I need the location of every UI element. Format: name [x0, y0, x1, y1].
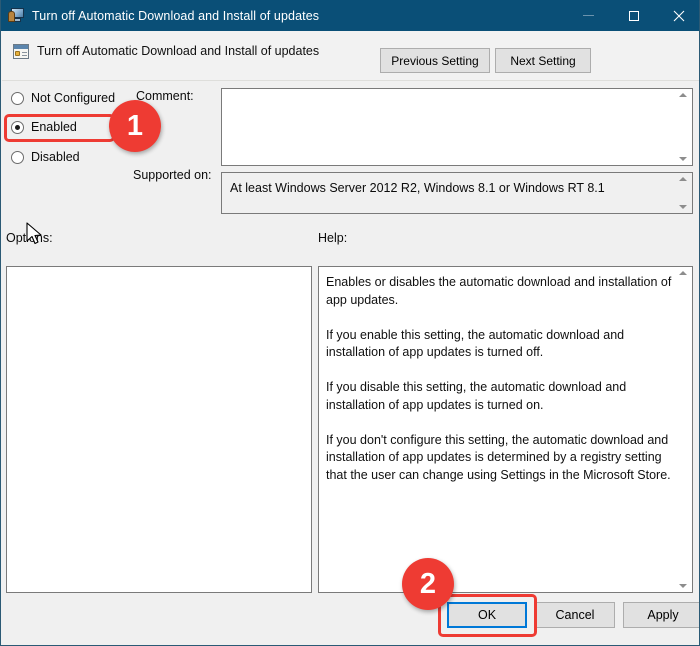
- window-controls: [566, 0, 699, 31]
- comment-label: Comment:: [136, 89, 194, 103]
- help-panel[interactable]: Enables or disables the automatic downlo…: [318, 266, 693, 593]
- supported-on-field: At least Windows Server 2012 R2, Windows…: [221, 172, 693, 214]
- policy-computer-icon: [8, 7, 25, 24]
- maximize-icon: [628, 10, 639, 21]
- title-bar: Turn off Automatic Download and Install …: [1, 0, 699, 31]
- scroll-up-icon[interactable]: [678, 93, 687, 97]
- scroll-down-icon[interactable]: [678, 157, 687, 161]
- scroll-up-icon[interactable]: [678, 271, 687, 275]
- radio-not-configured[interactable]: Not Configured: [11, 91, 115, 105]
- supported-on-label: Supported on:: [133, 168, 212, 182]
- help-content: Enables or disables the automatic downlo…: [326, 275, 672, 482]
- setting-header: Turn off Automatic Download and Install …: [2, 31, 699, 81]
- radio-not-configured-label: Not Configured: [31, 91, 116, 105]
- policy-setting-icon: [13, 43, 30, 60]
- close-icon: [673, 10, 684, 21]
- next-setting-button[interactable]: Next Setting: [495, 48, 591, 73]
- radio-not-configured-mark: [11, 91, 24, 105]
- supported-on-scrollbar[interactable]: [674, 174, 691, 212]
- help-label: Help:: [318, 231, 348, 245]
- help-scrollbar[interactable]: [674, 268, 691, 591]
- group-policy-setting-dialog: Turn off Automatic Download and Install …: [0, 0, 700, 646]
- scroll-down-icon[interactable]: [678, 584, 687, 588]
- previous-setting-button[interactable]: Previous Setting: [380, 48, 490, 73]
- options-panel[interactable]: [6, 266, 312, 593]
- comment-input[interactable]: [221, 88, 693, 166]
- radio-disabled-mark: [11, 150, 24, 164]
- minimize-button[interactable]: [566, 0, 611, 31]
- maximize-button[interactable]: [611, 0, 656, 31]
- close-button[interactable]: [656, 0, 699, 31]
- radio-disabled-label: Disabled: [31, 150, 80, 164]
- supported-on-value: At least Windows Server 2012 R2, Windows…: [230, 181, 605, 195]
- scroll-down-icon[interactable]: [678, 205, 687, 209]
- radio-enabled-mark: [11, 120, 24, 134]
- radio-enabled-label: Enabled: [31, 120, 77, 134]
- window-title: Turn off Automatic Download and Install …: [32, 8, 320, 23]
- radio-disabled[interactable]: Disabled: [11, 150, 80, 164]
- minimize-icon: [583, 15, 594, 16]
- cancel-button[interactable]: Cancel: [535, 602, 615, 628]
- radio-enabled[interactable]: Enabled: [11, 120, 77, 134]
- comment-scrollbar[interactable]: [674, 90, 691, 164]
- setting-name-label: Turn off Automatic Download and Install …: [37, 44, 320, 58]
- apply-button[interactable]: Apply: [623, 602, 699, 628]
- options-label: Options:: [6, 231, 53, 245]
- annotation-badge-1: 1: [109, 100, 161, 152]
- scroll-up-icon[interactable]: [678, 177, 687, 181]
- ok-button[interactable]: OK: [447, 602, 527, 628]
